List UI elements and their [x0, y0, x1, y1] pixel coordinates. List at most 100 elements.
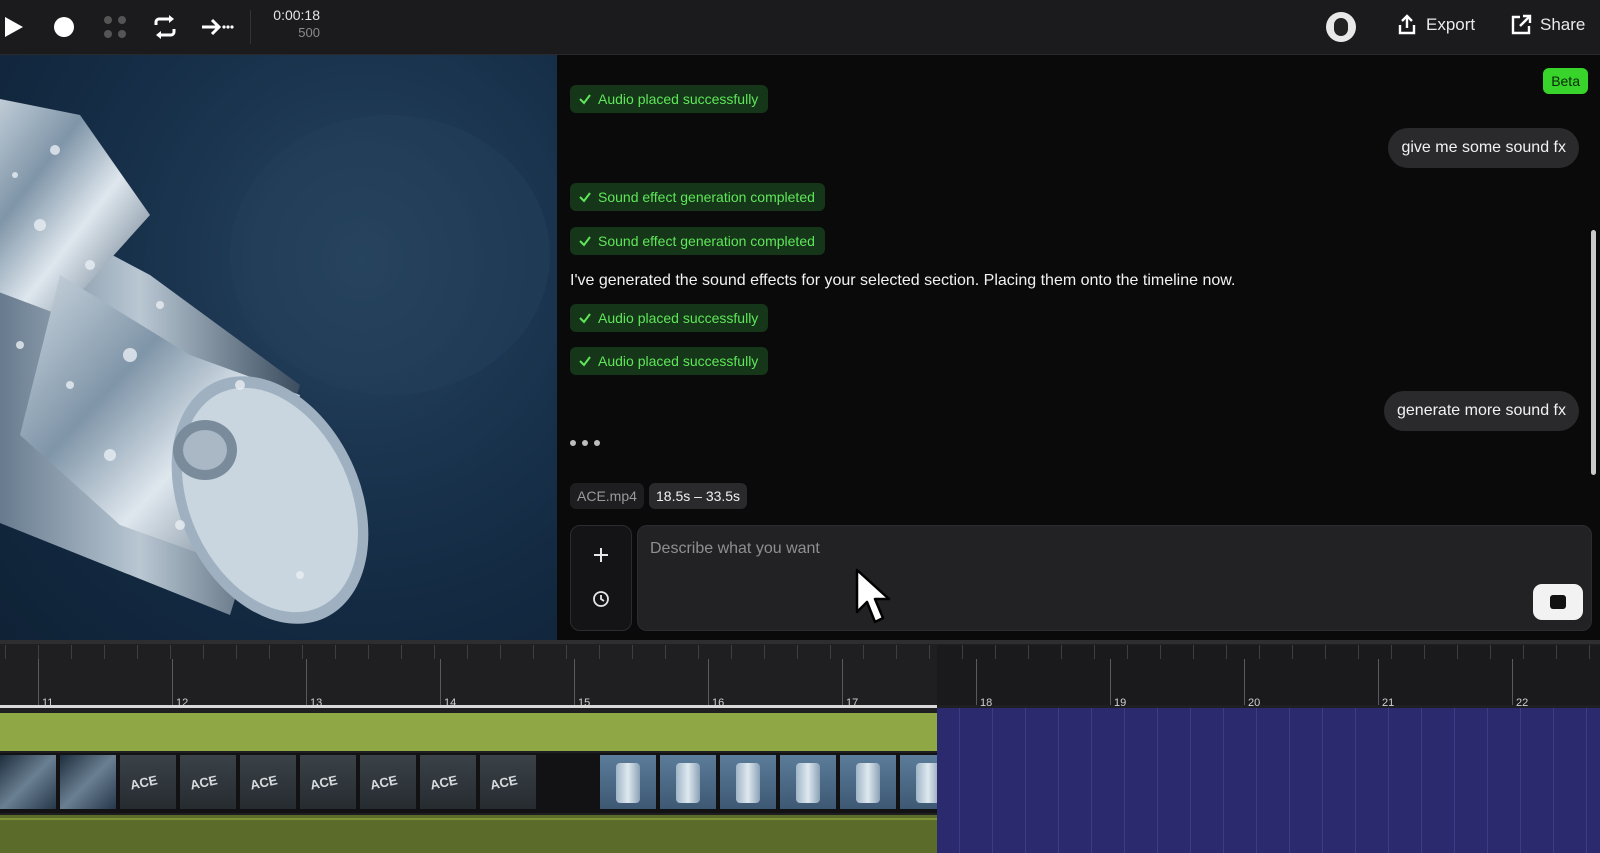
context-range-chip[interactable]: 18.5s – 33.5s [649, 483, 748, 509]
ruler-minor-tick [1391, 645, 1392, 659]
grid-icon [104, 16, 126, 38]
video-preview[interactable] [0, 55, 557, 640]
status-badge: Audio placed successfully [570, 304, 769, 332]
arrow-right-dots-icon [202, 18, 234, 36]
video-thumbnail: ACE [420, 755, 476, 809]
video-thumbnail: ACE [480, 755, 536, 809]
selection-grid-line [1124, 708, 1125, 853]
video-thumbnail [900, 755, 937, 809]
video-thumbnail [60, 755, 116, 809]
ruler-major-tick [1512, 659, 1513, 705]
ruler-minor-tick [1160, 645, 1161, 659]
ruler-minor-tick [863, 645, 864, 659]
external-link-icon [1511, 14, 1532, 35]
stop-button[interactable] [1533, 584, 1583, 620]
video-thumbnail: ACE [300, 755, 356, 809]
video-thumbnail: ACE [360, 755, 416, 809]
ai-chat-panel: Beta Audio placed successfully give me s… [557, 55, 1600, 640]
prompt-input-box[interactable] [637, 525, 1592, 631]
mouse-cursor-icon [855, 568, 891, 624]
avatar-figure [1334, 18, 1348, 36]
typing-dot [570, 440, 576, 446]
ruler-major-tick [574, 659, 575, 705]
status-badge: Sound effect generation completed [570, 183, 825, 211]
grid-button[interactable] [98, 10, 132, 44]
ruler-minor-tick [698, 645, 699, 659]
ruler-major-tick [708, 659, 709, 705]
chat-tools [570, 525, 632, 631]
ruler-minor-tick [203, 645, 204, 659]
ruler-major-tick [1378, 659, 1379, 705]
share-button[interactable]: Share [1510, 14, 1585, 36]
thumbnail-logo-text: ACE [188, 772, 219, 793]
track-highlight [0, 818, 937, 820]
loop-icon [154, 15, 176, 39]
timeline[interactable]: 11 12 13 14 15 16 17 18 19 20 21 22 ACE ACE ACE ACE ACE… [0, 640, 1600, 853]
export-label: Export [1426, 15, 1476, 34]
ruler-minor-tick [104, 645, 105, 659]
video-thumbnail [720, 755, 776, 809]
selection-grid-line [1487, 708, 1488, 853]
ruler-minor-tick [368, 645, 369, 659]
ruler-minor-tick [335, 645, 336, 659]
chat-scrollbar[interactable] [1591, 230, 1596, 475]
selection-grid-line [1322, 708, 1323, 853]
ruler-minor-tick [764, 645, 765, 659]
user-message: give me some sound fx [1388, 128, 1579, 168]
ruler-minor-tick [1226, 645, 1227, 659]
status-text: Sound effect generation completed [598, 189, 815, 205]
check-icon [579, 313, 591, 324]
preview-frame-image [0, 99, 550, 624]
thumbnail-product [916, 763, 937, 803]
video-thumbnail: ACE [240, 755, 296, 809]
skip-button[interactable] [200, 10, 234, 44]
ruler-minor-tick [731, 645, 732, 659]
selection-grid-line [1355, 708, 1356, 853]
record-icon [54, 17, 74, 37]
time-ruler[interactable]: 11 12 13 14 15 16 17 18 19 20 21 22 [0, 645, 1600, 709]
ruler-minor-tick [269, 645, 270, 659]
play-button[interactable] [0, 10, 30, 44]
add-attachment-button[interactable] [586, 540, 616, 570]
status-text: Audio placed successfully [598, 353, 759, 369]
typing-dot [582, 440, 588, 446]
selection-grid-line [1553, 708, 1554, 853]
sound-fx-track-clip[interactable] [0, 815, 937, 853]
ruler-minor-tick [1457, 645, 1458, 659]
thumbnail-logo-text: ACE [248, 772, 279, 793]
ruler-major-tick [440, 659, 441, 705]
avatar[interactable] [1326, 12, 1356, 42]
record-button[interactable] [47, 10, 81, 44]
selection-grid-line [1454, 708, 1455, 853]
ruler-minor-tick [137, 645, 138, 659]
context-file-chip[interactable]: ACE.mp4 [570, 483, 644, 509]
export-button[interactable]: Export [1396, 14, 1475, 36]
selected-region[interactable] [937, 708, 1600, 853]
ruler-major-tick [1244, 659, 1245, 705]
loop-button[interactable] [148, 10, 182, 44]
timecode: 0:00:18 [273, 7, 320, 23]
history-button[interactable] [586, 584, 616, 614]
beta-badge: Beta [1543, 68, 1588, 94]
upload-icon [1398, 14, 1416, 35]
selection-grid-line [1256, 708, 1257, 853]
audio-track-clip[interactable] [0, 713, 937, 751]
ruler-minor-tick [929, 645, 930, 659]
thumbnail-product [856, 763, 880, 803]
ruler-minor-tick [1259, 645, 1260, 659]
status-badge: Sound effect generation completed [570, 227, 825, 255]
thumbnail-product [796, 763, 820, 803]
ruler-minor-tick [1490, 645, 1491, 659]
play-icon [5, 17, 23, 37]
ruler-minor-tick [1193, 645, 1194, 659]
prompt-input[interactable] [648, 536, 1452, 562]
selection-grid-line [992, 708, 993, 853]
thumbnail-product [616, 763, 640, 803]
typing-dot [594, 440, 600, 446]
video-track-clip[interactable]: ACE ACE ACE ACE ACE ACE ACE [0, 753, 937, 813]
selection-grid-line [1157, 708, 1158, 853]
ruler-minor-tick [830, 645, 831, 659]
ruler-minor-tick [599, 645, 600, 659]
ruler-minor-tick [302, 645, 303, 659]
share-label: Share [1540, 15, 1586, 34]
